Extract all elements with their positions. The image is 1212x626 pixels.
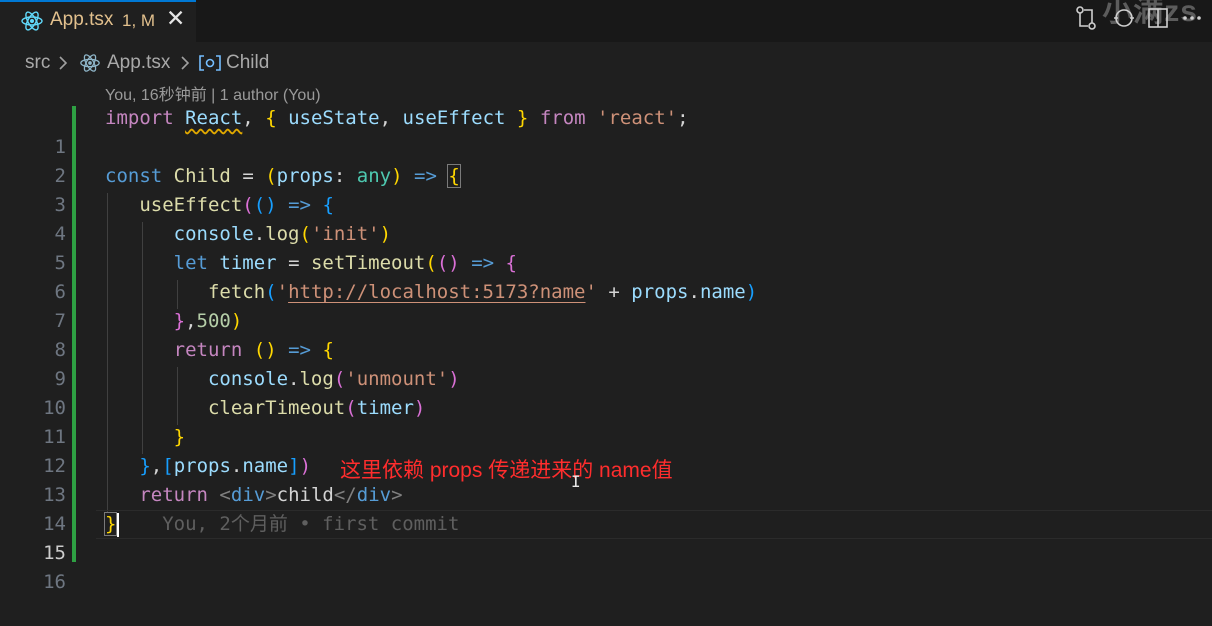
code-editor[interactable]: You, 16秒钟前 | 1 author (You) 1 import Rea… — [0, 80, 1212, 593]
code-line: 4 useEffect(() => { — [0, 191, 1212, 245]
more-icon[interactable] — [1180, 4, 1204, 32]
react-icon — [80, 54, 100, 72]
text-cursor — [117, 513, 119, 537]
code-line: 11 clearTimeout(timer) — [0, 394, 1212, 448]
breadcrumb-file[interactable]: App.tsx — [107, 52, 170, 74]
line-number: 16 — [43, 571, 66, 593]
code-line: 3 const Child = (props: any) => { — [0, 162, 1212, 216]
tab-bar: App.tsx 1, M ✕ 小满zs — [0, 0, 1212, 42]
tab-app-tsx[interactable]: App.tsx 1, M ✕ — [0, 0, 196, 42]
history-icon[interactable] — [1112, 4, 1136, 32]
code-line: 1 import React, { useState, useEffect } … — [0, 104, 1212, 158]
tab-label: App.tsx — [50, 9, 114, 30]
code-line: 2 — [0, 133, 1212, 187]
chevron-right-icon — [59, 56, 68, 70]
code-line: 7 fetch('http://localhost:5173?name' + p… — [0, 278, 1212, 332]
mouse-ibeam-cursor: I — [571, 472, 581, 491]
breadcrumb-symbol[interactable]: Child — [226, 52, 269, 74]
code-line: 8 },500) — [0, 307, 1212, 361]
breadcrumb-src[interactable]: src — [25, 52, 50, 74]
git-compare-icon[interactable] — [1074, 4, 1098, 32]
symbol-class-icon — [199, 55, 221, 71]
code-line: 14 return <div>child</div> — [0, 481, 1212, 535]
close-icon[interactable]: ✕ — [166, 6, 185, 32]
code-line: 9 return () => { — [0, 336, 1212, 390]
chevron-right-icon — [181, 56, 190, 70]
tab-status: 1, M — [122, 11, 156, 30]
annotation-text: 这里依赖 props 传递进来的 name值 — [340, 459, 673, 482]
editor-actions — [1074, 4, 1206, 34]
url-link[interactable]: http://localhost:5173?name — [288, 281, 585, 303]
code-line: 5 console.log('init') — [0, 220, 1212, 274]
code-line-active: 15 } You, 2个月前 • first commit — [0, 510, 1212, 564]
code-line: 6 let timer = setTimeout(() => { — [0, 249, 1212, 303]
inline-blame: You, 2个月前 • first commit — [162, 513, 460, 535]
react-icon — [21, 11, 43, 31]
code-line: 12 } — [0, 423, 1212, 477]
codelens-blame[interactable]: You, 16秒钟前 | 1 author (You) — [105, 81, 321, 105]
code-line: 10 console.log('unmount') — [0, 365, 1212, 419]
code-line: 16 — [0, 539, 1212, 593]
split-editor-icon[interactable] — [1146, 4, 1170, 32]
